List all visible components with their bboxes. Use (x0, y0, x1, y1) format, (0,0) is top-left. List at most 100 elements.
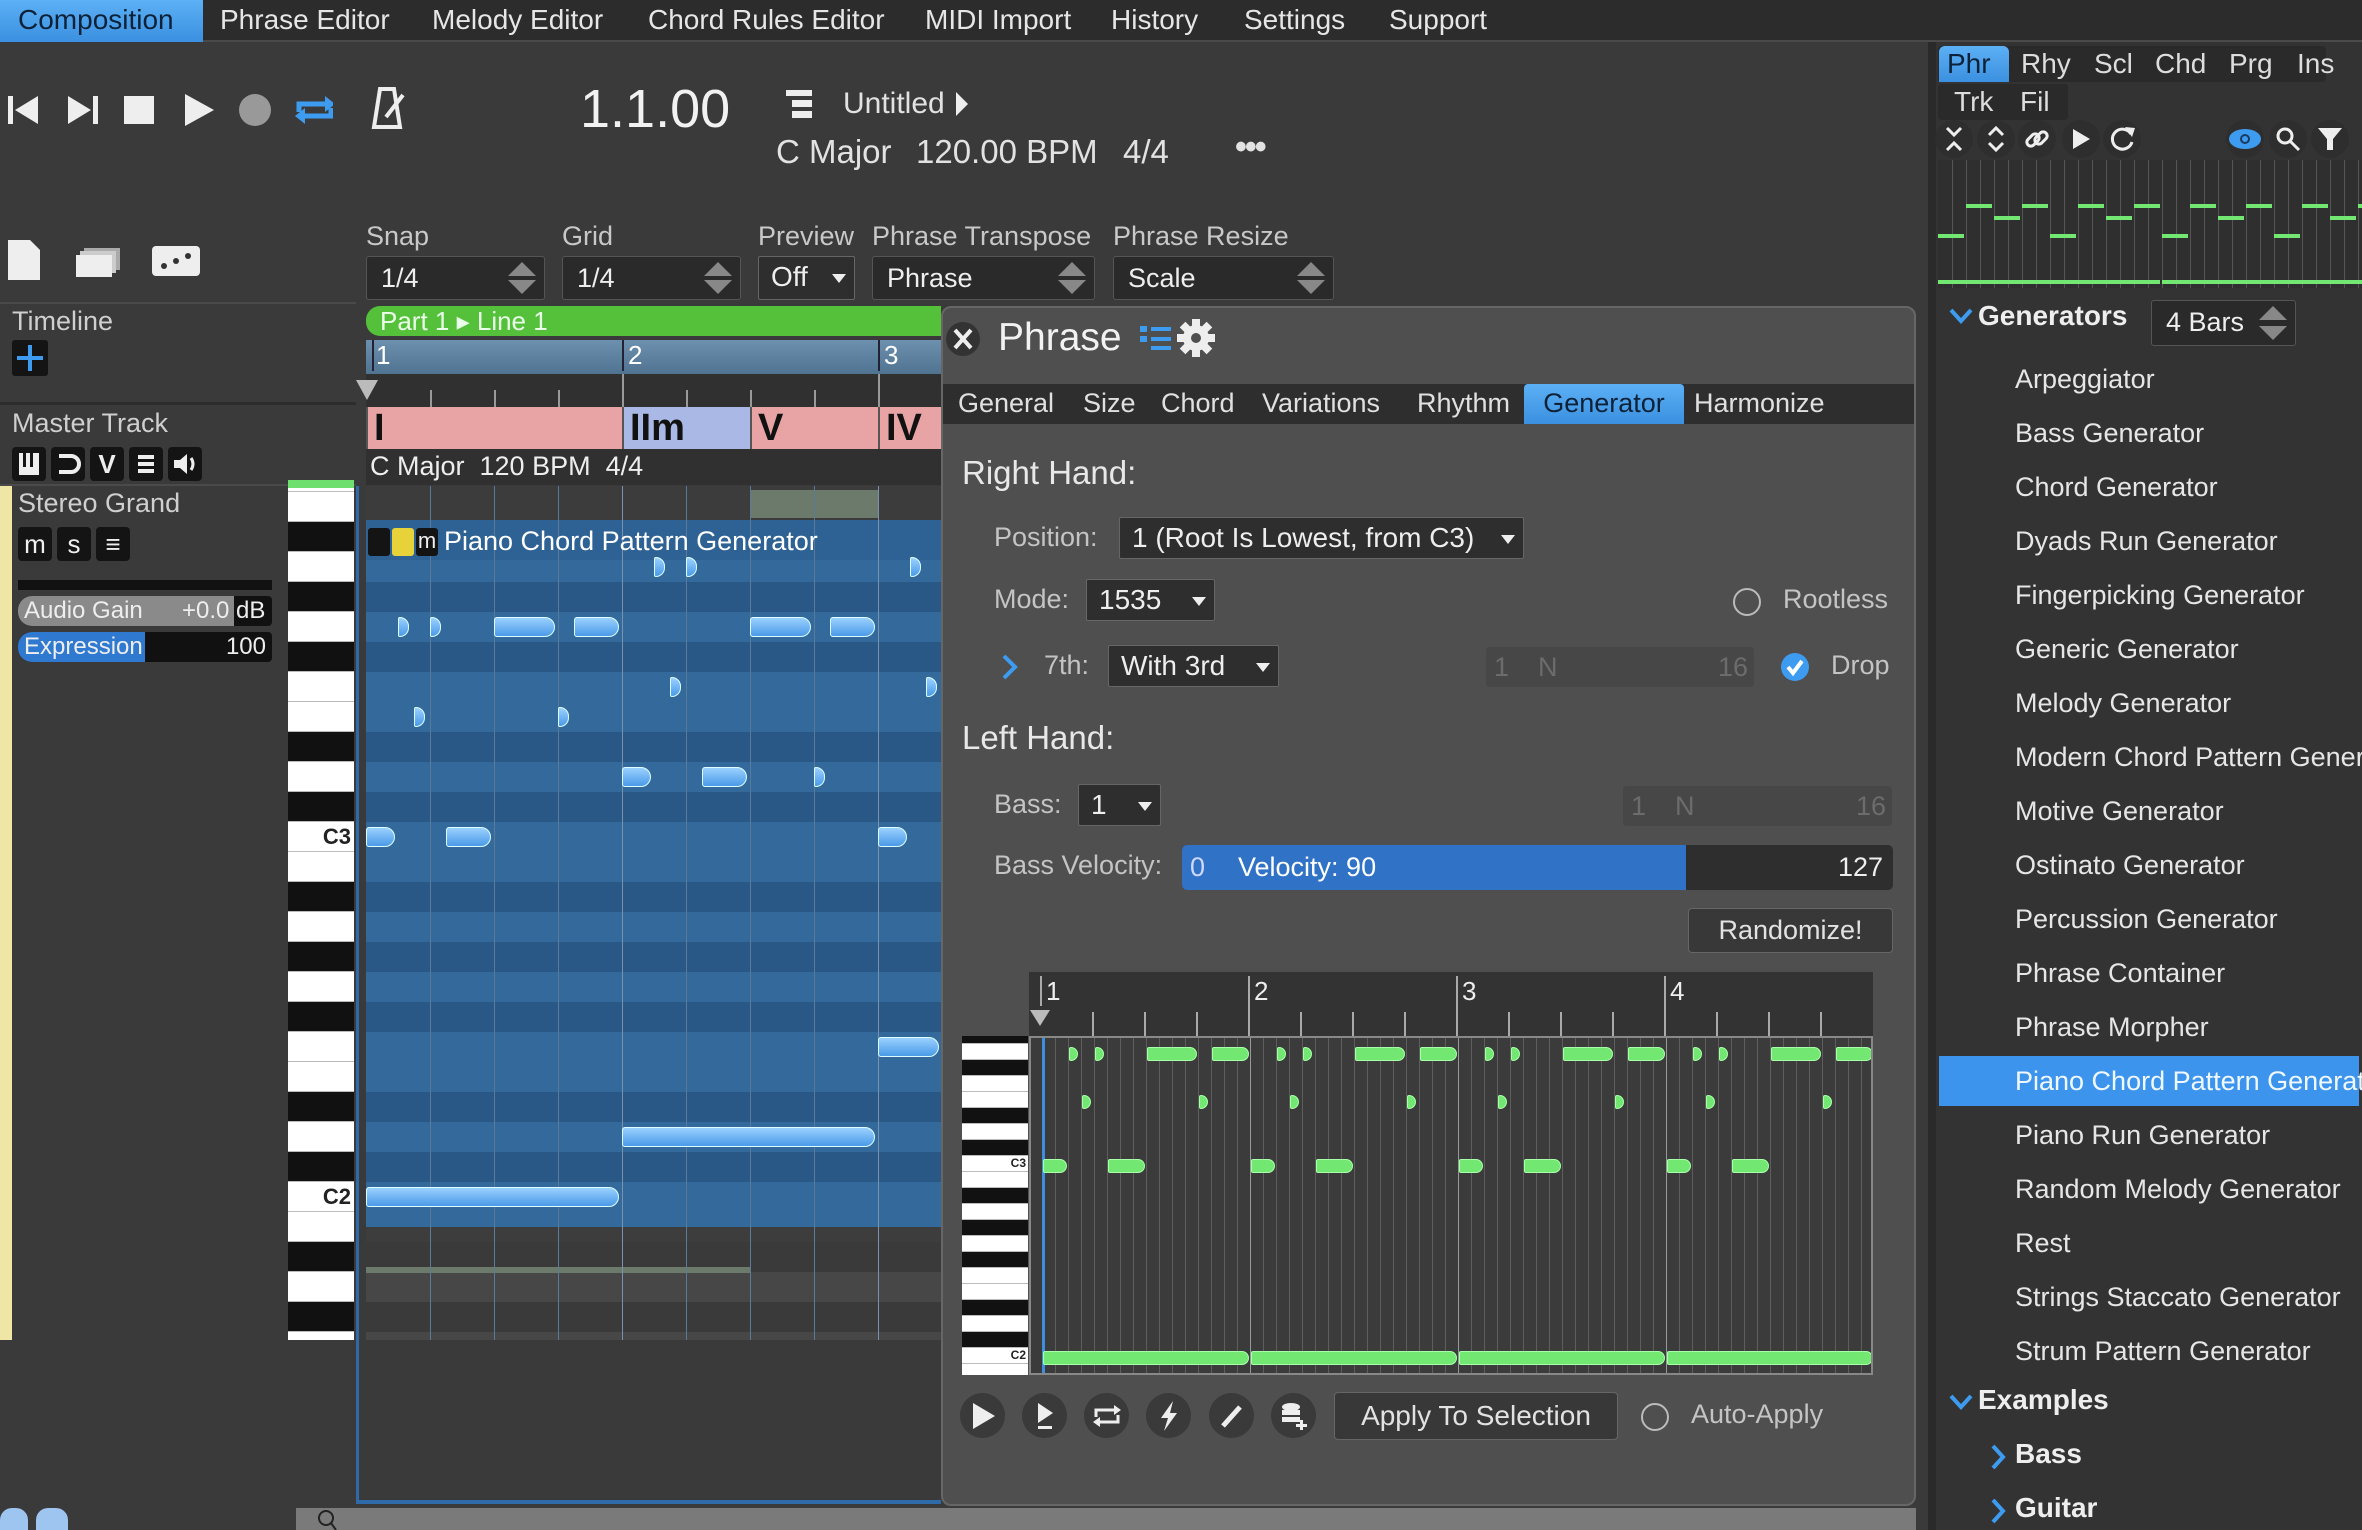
generator-item[interactable]: Arpeggiator (2015, 359, 2362, 399)
tab-generator[interactable]: Generator (1524, 384, 1684, 424)
playhead-marker-icon[interactable] (356, 380, 378, 400)
metronome-button[interactable] (368, 87, 408, 129)
song-time-signature[interactable]: 4/4 (1123, 133, 1169, 171)
position-dropdown[interactable]: 1 (Root Is Lowest, from C3) (1119, 517, 1524, 559)
generator-item[interactable]: Generic Generator (2015, 629, 2362, 669)
chord-block[interactable]: IIm (622, 407, 750, 449)
note[interactable] (1485, 1047, 1494, 1061)
note[interactable] (702, 767, 747, 787)
note[interactable] (1043, 1351, 1249, 1365)
black-key[interactable] (962, 1036, 1028, 1044)
note[interactable] (1459, 1351, 1665, 1365)
note[interactable] (1706, 1095, 1715, 1109)
black-key[interactable] (288, 1302, 354, 1332)
save-preset-button[interactable] (1271, 1393, 1316, 1438)
link-button[interactable] (2018, 120, 2056, 158)
note[interactable] (1082, 1095, 1091, 1109)
note[interactable] (1303, 1047, 1312, 1061)
expression-slider[interactable]: Expression 100 (18, 632, 272, 662)
note[interactable] (1836, 1047, 1871, 1061)
generator-item[interactable]: Chord Generator (2015, 467, 2362, 507)
track-solo-button[interactable]: s (57, 527, 91, 561)
layers-button[interactable] (76, 246, 122, 283)
grid-spinbox[interactable]: 1/4 (562, 256, 741, 300)
generator-item[interactable]: Phrase Morpher (2015, 1007, 2362, 1047)
track-mute-button[interactable]: m (18, 527, 52, 561)
white-key[interactable] (288, 672, 354, 702)
checklist-button[interactable] (1138, 322, 1174, 359)
note[interactable] (1524, 1159, 1561, 1173)
generator-item[interactable]: Phrase Container (2015, 953, 2362, 993)
song-key[interactable]: C Major (776, 133, 892, 171)
white-key[interactable] (962, 1204, 1028, 1220)
note[interactable] (1212, 1047, 1249, 1061)
generator-item[interactable]: Motive Generator (2015, 791, 2362, 831)
tab-ins[interactable]: Ins (2289, 46, 2342, 82)
note[interactable] (1563, 1047, 1613, 1061)
song-list-icon[interactable] (784, 88, 814, 125)
black-key[interactable] (288, 1002, 354, 1032)
track-name[interactable]: Stereo Grand (18, 488, 180, 519)
seventh-expand-button[interactable] (1000, 652, 1020, 687)
apply-to-selection-button[interactable]: Apply To Selection (1334, 1392, 1618, 1440)
note[interactable] (366, 1187, 619, 1207)
master-list-button[interactable] (129, 447, 163, 481)
generator-item[interactable]: Modern Chord Pattern Generator (2015, 737, 2362, 777)
new-file-button[interactable] (6, 238, 42, 287)
generator-item[interactable]: Piano Run Generator (2015, 1115, 2362, 1155)
white-key[interactable]: C2 (962, 1348, 1028, 1364)
bass-dropdown[interactable]: 1 (1078, 784, 1161, 826)
tab-variations[interactable]: Variations (1254, 384, 1388, 424)
bass-velocity-slider[interactable]: 0 Velocity: 90 127 (1182, 845, 1893, 890)
note[interactable] (750, 617, 811, 637)
black-key[interactable] (288, 942, 354, 972)
master-loop-button[interactable] (51, 447, 85, 481)
note[interactable] (1251, 1351, 1457, 1365)
note[interactable] (1108, 1159, 1145, 1173)
black-key[interactable] (962, 1300, 1028, 1316)
generator-item[interactable]: Ostinato Generator (2015, 845, 2362, 885)
skip-to-end-button[interactable] (62, 90, 102, 130)
tab-phr[interactable]: Phr (1939, 46, 2009, 82)
white-key[interactable] (288, 552, 354, 582)
panel-splitter[interactable] (1928, 42, 1936, 1530)
tab-fil[interactable]: Fil (2012, 84, 2058, 120)
menu-tab-chord-rules-editor[interactable]: Chord Rules Editor (638, 0, 895, 42)
black-key[interactable] (962, 1108, 1028, 1124)
generator-item[interactable]: Strum Pattern Generator (2015, 1331, 2362, 1371)
note[interactable] (1043, 1159, 1067, 1173)
phrase-loop-icon[interactable] (368, 528, 390, 556)
phrase-header[interactable]: m Piano Chord Pattern Generator (366, 526, 941, 560)
examples-group-bass[interactable]: Bass (2015, 1438, 2082, 1470)
note[interactable] (622, 767, 651, 787)
song-title-arrow-icon[interactable] (956, 92, 968, 116)
note[interactable] (1277, 1047, 1286, 1061)
examples-collapse-toggle[interactable] (1948, 1392, 1974, 1417)
note[interactable] (1719, 1047, 1728, 1061)
menu-tab-melody-editor[interactable]: Melody Editor (422, 0, 613, 42)
white-key[interactable] (962, 1236, 1028, 1252)
chord-block[interactable]: IV (878, 407, 941, 449)
audio-gain-slider[interactable]: Audio Gain +0.0 dB (18, 596, 272, 626)
bars-spinbox[interactable]: 4 Bars (2151, 300, 2296, 346)
white-key[interactable] (962, 1044, 1028, 1060)
preview-play-button[interactable] (2062, 120, 2100, 158)
white-key[interactable] (962, 1124, 1028, 1140)
song-title[interactable]: Untitled (843, 87, 945, 121)
note[interactable] (1459, 1159, 1483, 1173)
tab-trk[interactable]: Trk (1946, 84, 2001, 120)
note[interactable] (1615, 1095, 1624, 1109)
phrase-mute-button[interactable]: m (416, 528, 438, 556)
white-key[interactable] (288, 972, 354, 1002)
preview-dropdown[interactable]: Off (758, 256, 855, 300)
visibility-button[interactable] (2226, 120, 2264, 158)
note[interactable] (494, 617, 555, 637)
note[interactable] (1251, 1159, 1275, 1173)
generator-item[interactable]: Dyads Run Generator (2015, 521, 2362, 561)
white-key[interactable] (962, 1284, 1028, 1300)
white-key[interactable] (288, 762, 354, 792)
menu-tab-history[interactable]: History (1101, 0, 1208, 42)
master-volume-button[interactable] (168, 447, 202, 481)
preview-keyboard[interactable]: C3 C2 (962, 1036, 1028, 1375)
black-key[interactable] (962, 1252, 1028, 1268)
